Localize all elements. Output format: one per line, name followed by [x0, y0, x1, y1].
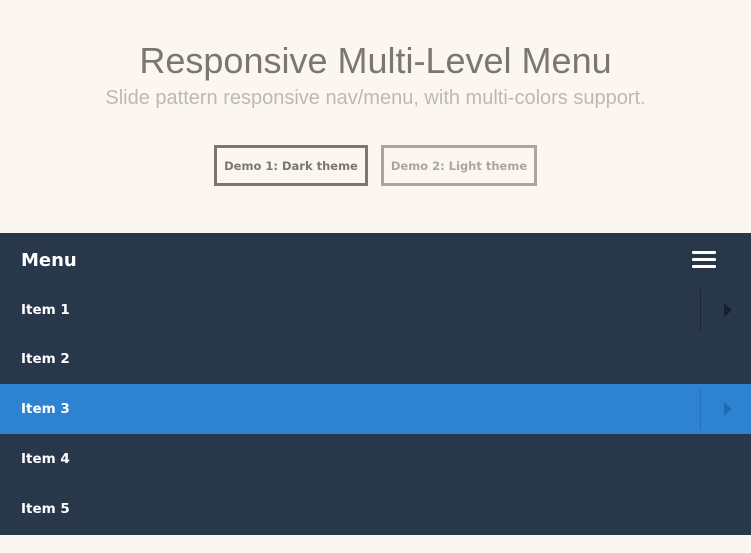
menu-item-2[interactable]: Item 2	[0, 334, 751, 384]
page-title: Responsive Multi-Level Menu	[139, 40, 612, 81]
page-footer-space	[0, 535, 751, 553]
menu-item-label: Item 3	[21, 401, 70, 417]
hamburger-icon[interactable]	[690, 249, 718, 271]
submenu-expand-button[interactable]	[700, 388, 751, 430]
menu-item-label: Item 2	[21, 351, 70, 367]
demo-light-theme-button[interactable]: Demo 2: Light theme	[381, 145, 537, 186]
menu-item-1[interactable]: Item 1	[0, 285, 751, 335]
menu-item-label: Item 1	[21, 302, 70, 318]
menu-item-label: Item 4	[21, 451, 70, 467]
menu-bar: Menu	[0, 233, 751, 285]
chevron-right-icon	[724, 402, 732, 416]
menu-item-label: Item 5	[21, 501, 70, 517]
page-header: Responsive Multi-Level Menu Slide patter…	[0, 0, 751, 233]
page-subtitle: Slide pattern responsive nav/menu, with …	[105, 87, 646, 109]
menu-item-4[interactable]: Item 4	[0, 434, 751, 484]
submenu-expand-button[interactable]	[700, 289, 751, 331]
chevron-right-icon	[724, 303, 732, 317]
multi-level-menu: Menu Item 1 Item 2 Item 3 Item 4 Item 5	[0, 233, 751, 535]
demo-dark-theme-button[interactable]: Demo 1: Dark theme	[214, 145, 368, 186]
menu-item-5[interactable]: Item 5	[0, 484, 751, 534]
menu-item-3[interactable]: Item 3	[0, 384, 751, 434]
menu-title: Menu	[21, 250, 77, 271]
